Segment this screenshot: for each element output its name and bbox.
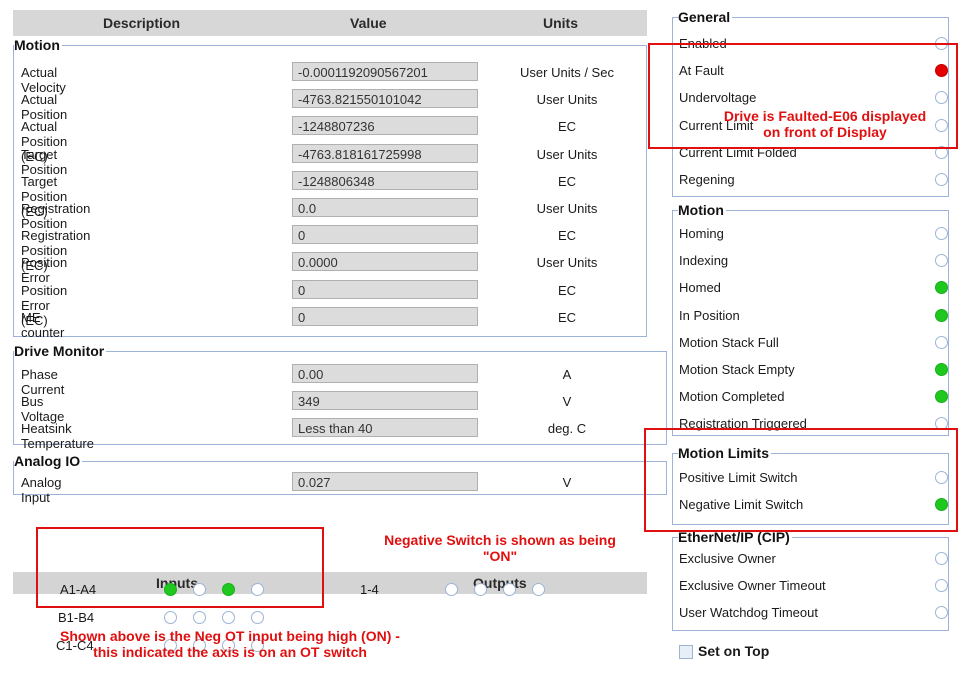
status-label-motion: Homed <box>679 280 721 296</box>
status-label-motion: Motion Stack Empty <box>679 362 795 377</box>
header-description: Description <box>103 15 181 31</box>
header-units: Units <box>543 15 578 31</box>
status-led <box>935 335 948 349</box>
row-unit: User Units <box>536 92 598 108</box>
row-unit: V <box>562 475 572 490</box>
header-value: Value <box>350 15 387 31</box>
fault-annotation-line1: Drive is Faulted-E06 displayed <box>723 108 927 124</box>
row-value-field[interactable]: 0.0000 <box>292 252 478 272</box>
drive-monitor-title: Drive Monitor <box>14 343 107 359</box>
input-led <box>222 611 235 624</box>
inputs-annotation-box <box>36 527 324 608</box>
input-led <box>164 611 177 624</box>
row-label: Registration Position <box>21 201 91 231</box>
status-label-motion: Motion Completed <box>679 389 785 405</box>
row-unit: User Units <box>536 255 598 271</box>
neg-switch-line2: "ON" <box>482 548 518 564</box>
status-led <box>935 552 948 565</box>
row-value-field[interactable]: -4763.818161725998 <box>292 143 478 163</box>
row-unit: V <box>562 394 572 410</box>
row-label: ME counter <box>21 309 65 340</box>
set-on-top-checkbox[interactable] <box>679 645 693 659</box>
row-unit: EC <box>557 119 577 135</box>
neg-switch-annotation: Negative Switch is shown as being "ON" <box>350 532 650 564</box>
status-led <box>935 308 948 322</box>
row-value-field[interactable]: 0 <box>292 225 478 245</box>
row-value-field[interactable]: 0.027 <box>292 472 478 491</box>
row-value-field[interactable]: 0.0 <box>292 198 478 217</box>
input-led <box>193 611 206 624</box>
row-unit: EC <box>557 173 577 189</box>
row-label: Analog Input <box>21 475 62 505</box>
motion-group-title: Motion <box>14 37 62 53</box>
fault-annotation-text: Drive is Faulted-E06 displayed on front … <box>700 108 950 140</box>
row-value-field[interactable]: 0 <box>292 279 478 299</box>
status-label-motion: In Position <box>679 307 740 323</box>
set-on-top-label: Set on Top <box>698 643 770 659</box>
row-label: Phase Current <box>21 367 65 397</box>
status-led <box>935 363 948 376</box>
row-value-field[interactable]: -0.0001192090567201 <box>292 62 478 81</box>
row-unit: EC <box>557 228 577 244</box>
input-annotation: Shown above is the Neg OT input being hi… <box>30 628 430 660</box>
status-label-ethernet-ip: User Watchdog Timeout <box>679 605 818 621</box>
output-led <box>503 583 516 596</box>
output-led <box>445 583 458 596</box>
input-annotation-line1: Shown above is the Neg OT input being hi… <box>60 628 400 644</box>
analog-io-title: Analog IO <box>14 453 83 469</box>
row-label: Bus Voltage <box>21 394 65 425</box>
general-title: General <box>678 9 733 25</box>
row-unit: EC <box>557 309 577 325</box>
status-led <box>935 173 948 186</box>
output-led <box>532 583 545 596</box>
neg-switch-line1: Negative Switch is shown as being <box>384 532 616 548</box>
status-led <box>935 227 948 240</box>
row-unit: User Units <box>536 146 598 162</box>
row-value-field[interactable]: -1248806348 <box>292 170 478 190</box>
row-label: Position Error <box>21 255 68 286</box>
output-led <box>474 583 487 596</box>
row-unit: A <box>562 367 572 382</box>
output-row-label: 1-4 <box>360 582 379 597</box>
status-motion-title: Motion <box>678 202 726 218</box>
limits-annotation-box <box>644 428 958 532</box>
row-label: Actual Position <box>21 92 68 123</box>
input-led <box>251 611 264 624</box>
input-row-label: B1-B4 <box>58 610 95 625</box>
row-unit: User Units / Sec <box>520 65 614 80</box>
row-value-field[interactable]: Less than 40 <box>292 418 478 438</box>
status-label-ethernet-ip: Exclusive Owner Timeout <box>679 578 826 594</box>
row-label: Target Position <box>21 146 68 177</box>
status-label-general: Regening <box>679 172 735 187</box>
row-label: Heatsink Temperature <box>21 421 94 452</box>
status-label-ethernet-ip: Exclusive Owner <box>679 551 776 566</box>
row-value-field[interactable]: 349 <box>292 391 478 411</box>
row-value-field[interactable]: 0 <box>292 306 478 326</box>
status-label-motion: Homing <box>679 226 724 241</box>
status-label-motion: Motion Stack Full <box>679 334 779 350</box>
fault-annotation-line2: on front of Display <box>763 124 887 140</box>
row-value-field[interactable]: -4763.821550101042 <box>292 89 478 109</box>
row-unit: EC <box>557 282 577 298</box>
input-annotation-line2: this indicated the axis is on an OT swit… <box>93 644 367 660</box>
row-unit: deg. C <box>547 421 587 437</box>
row-unit: User Units <box>536 201 598 216</box>
status-label-motion: Indexing <box>679 253 729 269</box>
row-label: Actual Velocity <box>21 65 66 95</box>
row-value-field[interactable]: -1248807236 <box>292 116 478 136</box>
row-value-field[interactable]: 0.00 <box>292 364 478 383</box>
table-header: Description Value Units <box>13 10 647 36</box>
